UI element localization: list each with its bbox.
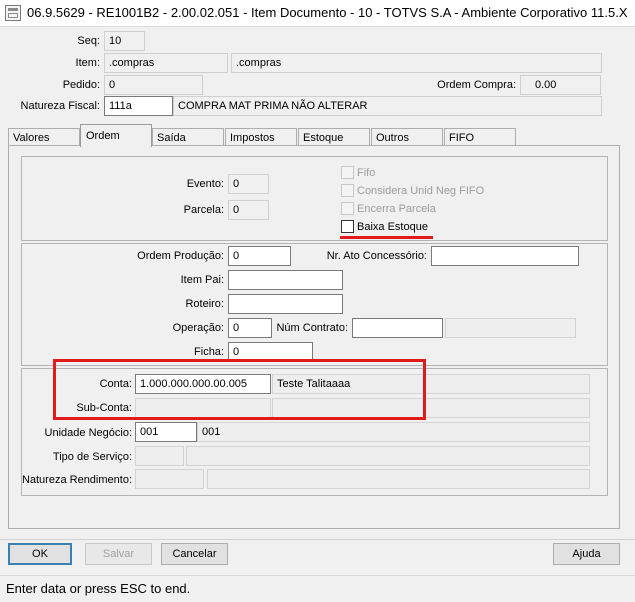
nr-ato-concessorio-field[interactable]	[431, 246, 579, 266]
natureza-fiscal-label: Natureza Fiscal:	[20, 100, 100, 112]
item-pai-field[interactable]	[228, 270, 343, 290]
parcela-label: Parcela:	[183, 204, 224, 216]
item-field[interactable]: .compras	[104, 53, 228, 73]
ordem-producao-label: Ordem Produção:	[137, 250, 224, 262]
roteiro-field[interactable]	[228, 294, 343, 314]
window-title: 06.9.5629 - RE1001B2 - 2.00.02.051 - Ite…	[27, 5, 631, 20]
ficha-label: Ficha:	[194, 346, 224, 358]
operacao-label: Operação:	[172, 322, 224, 334]
natureza-rendimento-description	[207, 469, 590, 489]
baixa-estoque-underline	[340, 236, 433, 239]
ordem-producao-field[interactable]: 0	[228, 246, 291, 266]
num-contrato-description	[445, 318, 576, 338]
encerra-parcela-label: Encerra Parcela	[357, 203, 436, 215]
natureza-rendimento-label: Natureza Rendimento:	[21, 474, 132, 486]
seq-label: Seq:	[77, 35, 100, 47]
pedido-field[interactable]: 0	[104, 75, 203, 95]
nr-ato-concessorio-label: Nr. Ato Concessório:	[326, 250, 427, 262]
roteiro-label: Roteiro:	[185, 298, 224, 310]
item-label: Item:	[75, 57, 100, 69]
status-bar: Enter data or press ESC to end.	[0, 575, 635, 602]
num-contrato-field[interactable]	[352, 318, 443, 338]
natureza-fiscal-field[interactable]: 111a	[104, 96, 173, 116]
fifo-checkbox-label: Fifo	[357, 167, 376, 179]
baixa-estoque-label: Baixa Estoque	[357, 221, 428, 233]
num-contrato-label: Núm Contrato:	[276, 322, 348, 334]
parcela-field[interactable]: 0	[228, 200, 269, 220]
ok-button[interactable]: OK	[8, 543, 72, 565]
natureza-fiscal-description: COMPRA MAT PRIMA NÃO ALTERAR	[173, 96, 602, 116]
button-separator	[0, 539, 635, 540]
tipo-servico-description	[186, 446, 590, 466]
evento-label: Evento:	[186, 178, 224, 190]
unidade-negocio-label: Unidade Negócio:	[44, 427, 132, 439]
unidade-negocio-description: 001	[197, 422, 590, 442]
title-bar: 06.9.5629 - RE1001B2 - 2.00.02.051 - Ite…	[0, 0, 635, 27]
considera-unid-neg-fifo-label: Considera Unid Neg FIFO	[357, 185, 485, 197]
cancelar-button[interactable]: Cancelar	[161, 543, 228, 565]
considera-unid-neg-fifo-checkbox[interactable]	[341, 184, 354, 197]
tab-ordem[interactable]: Ordem	[80, 124, 152, 147]
item-pai-label: Item Pai:	[180, 274, 224, 286]
baixa-estoque-checkbox[interactable]	[341, 220, 354, 233]
encerra-parcela-checkbox[interactable]	[341, 202, 354, 215]
pedido-label: Pedido:	[62, 79, 100, 91]
conta-highlight-box	[53, 359, 426, 420]
salvar-button[interactable]: Salvar	[85, 543, 152, 565]
seq-field[interactable]: 10	[104, 31, 145, 51]
tab-saida[interactable]: Saída	[152, 128, 224, 146]
natureza-rendimento-field[interactable]	[135, 469, 204, 489]
tab-estoque[interactable]: Estoque	[298, 128, 370, 146]
evento-field[interactable]: 0	[228, 174, 269, 194]
tab-fifo[interactable]: FIFO	[444, 128, 516, 146]
ordem-compra-field[interactable]: 0.00	[520, 75, 601, 95]
tab-impostos[interactable]: Impostos	[225, 128, 297, 146]
fifo-checkbox[interactable]	[341, 166, 354, 179]
unidade-negocio-field[interactable]: 001	[135, 422, 197, 442]
evento-group	[21, 156, 608, 241]
tipo-servico-field[interactable]	[135, 446, 184, 466]
tipo-servico-label: Tipo de Serviço:	[52, 451, 132, 463]
item-description: .compras	[231, 53, 602, 73]
app-window-icon	[5, 5, 21, 21]
tab-outros[interactable]: Outros	[371, 128, 443, 146]
ordem-compra-label: Ordem Compra:	[437, 79, 516, 91]
operacao-field[interactable]: 0	[228, 318, 272, 338]
tab-valores[interactable]: Valores	[8, 128, 80, 146]
ajuda-button[interactable]: Ajuda	[553, 543, 620, 565]
